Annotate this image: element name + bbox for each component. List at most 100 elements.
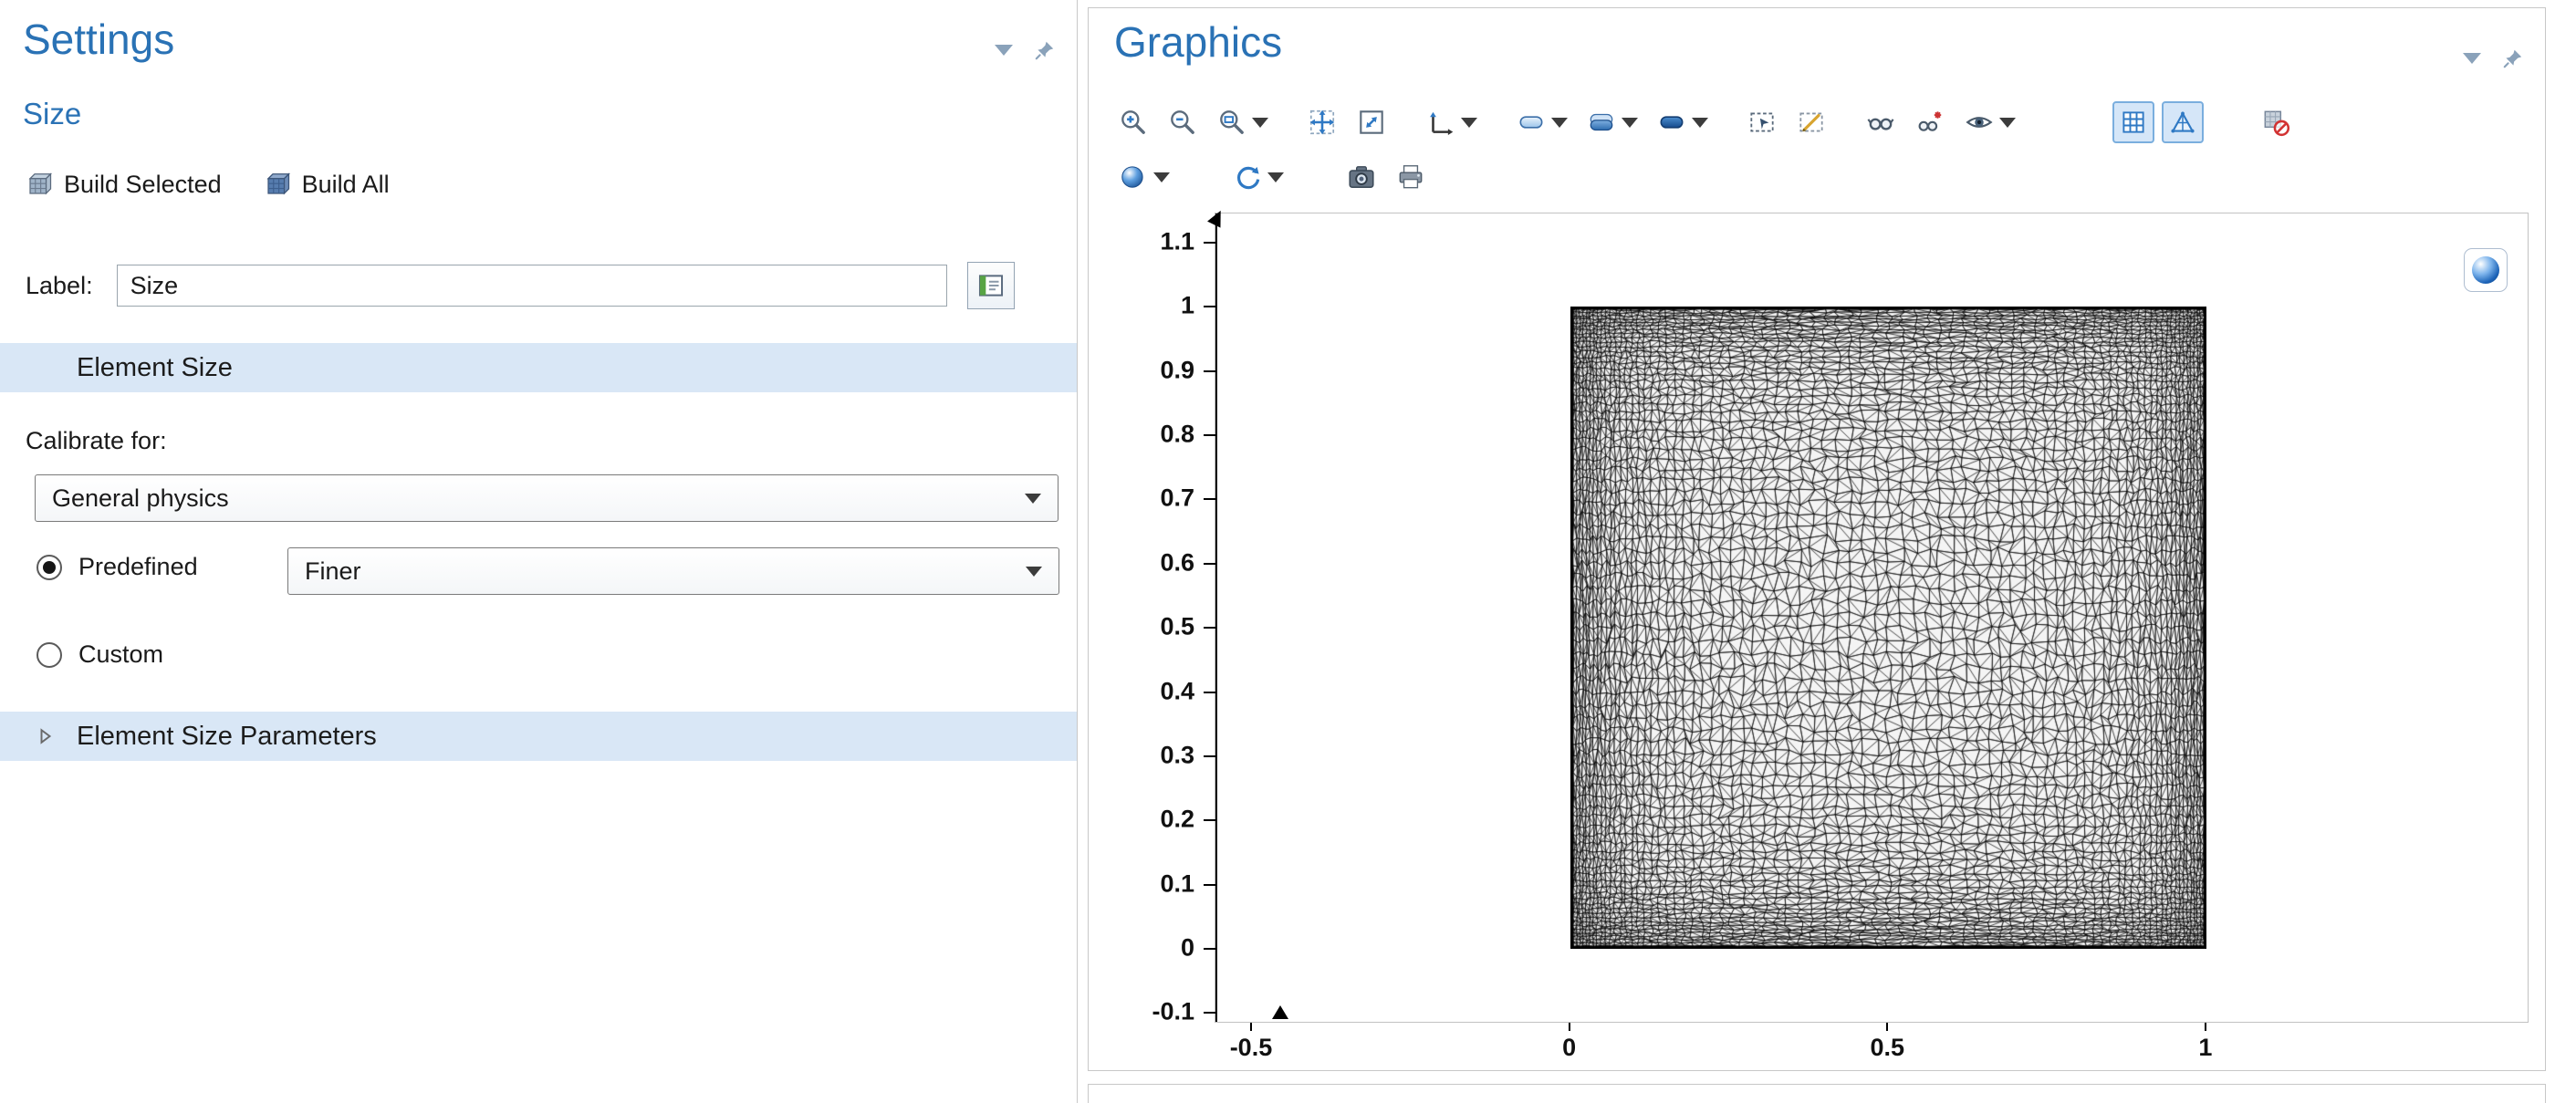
y-tick-label: 0.7 [1160,484,1194,513]
select-box-button[interactable] [1741,101,1783,143]
print-button[interactable] [1390,156,1432,198]
graphics-toolbar-row1 [1112,101,2324,143]
eye-icon [1964,107,1995,138]
select-box-icon [1747,107,1778,138]
build-all-icon [264,171,291,198]
deselect-box-button[interactable] [1790,101,1832,143]
y-tick-label: 0.4 [1160,677,1194,705]
scene-color-button[interactable] [1112,156,1175,198]
predefined-radio[interactable] [37,555,62,580]
zoom-in-button[interactable] [1112,101,1154,143]
zoom-box-button[interactable] [1211,101,1274,143]
chevron-down-icon[interactable] [1461,118,1477,128]
zoom-extents-button[interactable] [1301,101,1343,143]
y-tick-mark [1204,948,1215,950]
y-axis-line [1215,213,1217,1022]
scene-color-icon [1118,161,1149,193]
element-size-header-label: Element Size [77,353,233,383]
y-tick-mark [1204,755,1215,757]
zoom-in-icon [1118,107,1149,138]
plot-area[interactable] [1215,213,2529,1023]
graphics-toolbar-row2 [1112,156,1459,198]
y-tick-label: 1.1 [1160,228,1194,256]
section-element-size-parameters[interactable]: Element Size Parameters [0,712,1077,761]
custom-row: Custom [37,640,163,669]
x-tick-label: -0.5 [1230,1034,1273,1062]
y-tick-label: 0 [1181,933,1194,962]
chevron-down-icon[interactable] [1692,118,1708,128]
y-tick-mark [1204,563,1215,565]
y-tick-mark [1204,819,1215,821]
label-input[interactable] [117,265,947,307]
y-tick-label: -0.1 [1152,998,1194,1026]
chevron-down-icon[interactable] [1153,172,1170,182]
predefined-label: Predefined [78,553,198,581]
document-icon [975,270,1006,301]
predefined-row: Predefined [37,553,198,581]
view-mode-2-button[interactable] [1580,101,1643,143]
zoom-extents-icon [1307,107,1338,138]
pin-icon[interactable] [1033,38,1057,62]
mesh-canvas [1570,307,2206,949]
remove-mesh-button[interactable] [2255,101,2297,143]
rotate-view-button[interactable] [1226,156,1289,198]
calibrate-select[interactable]: General physics [35,474,1059,522]
build-selected-button[interactable]: Build Selected [26,171,222,199]
image-snapshot-button[interactable] [1340,156,1382,198]
y-tick-mark [1204,627,1215,629]
y-tick-mark [1204,306,1215,307]
x-tick-mark [2205,1023,2206,1031]
settings-subtitle: Size [23,97,81,131]
zoom-out-button[interactable] [1162,101,1204,143]
chevron-down-icon[interactable] [1267,172,1284,182]
zoom-out-icon [1167,107,1198,138]
custom-label: Custom [78,640,163,669]
disclosure-triangle-icon [35,725,57,747]
reset-hiding-icon [1914,107,1945,138]
zoom-to-selection-button[interactable] [1351,101,1392,143]
build-all-button[interactable]: Build All [264,171,390,199]
app-root: Settings Size Build Selected [0,0,2576,1103]
chevron-down-icon[interactable] [1999,118,2016,128]
custom-radio[interactable] [37,642,62,668]
y-tick-mark [1204,370,1215,372]
zoom-box-icon [1216,107,1247,138]
hide-objects-button[interactable] [1860,101,1902,143]
chevron-down-icon[interactable] [1622,118,1638,128]
show-grid-toggle[interactable] [2112,101,2154,143]
chevron-down-icon[interactable] [995,45,1013,56]
pin-icon[interactable] [2501,47,2525,70]
y-axis-gutter: 1.110.90.80.70.60.50.40.30.20.10-0.1 [1116,213,1215,1021]
secondary-panel-edge [1088,1084,2546,1103]
settings-panel-controls [995,38,1057,62]
calibrate-select-value: General physics [52,484,229,513]
section-element-size[interactable]: Element Size [0,343,1077,392]
chevron-down-icon[interactable] [1252,118,1268,128]
mesh-triangle-icon [2167,107,2198,138]
chevron-down-icon[interactable] [1551,118,1568,128]
predefined-select[interactable]: Finer [287,547,1059,595]
x-tick-label: 0.5 [1870,1034,1904,1062]
y-tick-label: 0.1 [1160,869,1194,898]
view-mode-1-button[interactable] [1510,101,1573,143]
rename-button[interactable] [967,262,1015,309]
label-caption: Label: [26,272,93,300]
view-mode-3-button[interactable] [1651,101,1714,143]
build-all-label: Build All [302,171,390,199]
graphics-title: Graphics [1114,17,1282,67]
settings-title: Settings [23,15,174,64]
comsol-logo-icon [2464,248,2508,292]
reset-hiding-button[interactable] [1909,101,1951,143]
remove-mesh-icon [2260,107,2291,138]
build-toolbar: Build Selected Build All [26,162,390,206]
y-tick-label: 0.8 [1160,421,1194,449]
y-tick-mark [1204,434,1215,436]
axis-orientation-button[interactable] [1420,101,1483,143]
show-mesh-toggle[interactable] [2162,101,2204,143]
build-selected-label: Build Selected [64,171,222,199]
build-selected-icon [26,171,53,198]
label-row: Label: [26,263,1015,308]
visibility-button[interactable] [1958,101,2021,143]
chevron-down-icon[interactable] [2463,53,2481,64]
y-tick-label: 0.9 [1160,356,1194,384]
